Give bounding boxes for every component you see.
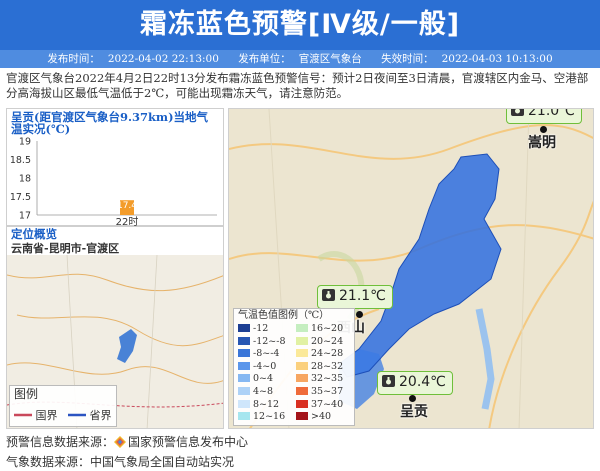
temperature-legend-swatch xyxy=(296,412,308,421)
temperature-legend-swatch xyxy=(296,399,308,408)
city-label-songming: 嵩明 xyxy=(528,135,556,151)
map-legend-title: 图例 xyxy=(14,387,39,401)
temperature-badge-songming[interactable]: 21.0℃ xyxy=(506,109,582,124)
y-tick-label: 18 xyxy=(19,174,31,185)
warning-source: 预警信息数据来源： 国家预警信息发布中心 xyxy=(6,435,249,449)
temperature-legend-item: >40 xyxy=(296,411,331,422)
temperature-legend-item: 32~35 xyxy=(296,373,343,384)
y-tick-label: 17.5 xyxy=(10,192,31,203)
temperature-legend-swatch xyxy=(296,361,308,370)
temperature-color-legend: 气温色值图例（℃） -12 16~20 -12~-8 20~24 -8~-4 24~28 -… xyxy=(233,308,355,426)
y-tick-label: 18.5 xyxy=(10,155,31,166)
temperature-legend-swatch xyxy=(296,374,308,383)
location-title: 定位概览 xyxy=(11,227,57,241)
temperature-legend-swatch xyxy=(238,387,250,395)
temperature-legend-swatch xyxy=(238,349,250,358)
warning-title: 霜冻蓝色预警[Ⅳ级/一般] xyxy=(0,0,600,50)
weather-source: 气象数据来源：中国气象局全国自动站实况 xyxy=(6,455,235,469)
warning-center-logo-icon xyxy=(114,436,127,448)
temperature-legend-item: 28~32 xyxy=(296,361,343,372)
national-border-line-icon xyxy=(14,413,32,417)
temperature-legend-item: 35~37 xyxy=(296,386,343,397)
provincial-border-line-icon xyxy=(68,413,86,417)
temperature-legend-swatch xyxy=(296,324,308,332)
temperature-chart-title: 呈贡(距官渡区气象台9.37km)当地气温实况(℃) xyxy=(11,110,209,136)
temperature-legend-item: 16~20 xyxy=(296,323,343,334)
location-path: 云南省-昆明市-官渡区 xyxy=(11,242,120,255)
warning-meta-bar: 发布时间： 2022-04-02 22:13:00 发布单位： 官渡区气象台 失效时… xyxy=(0,50,600,68)
temperature-legend-item: 8~12 xyxy=(238,399,279,410)
temperature-legend-item: -12~-8 xyxy=(238,336,286,347)
temperature-legend-item: 24~28 xyxy=(296,348,343,359)
temperature-legend-swatch xyxy=(296,349,308,358)
temperature-legend-item: 0~4 xyxy=(238,373,273,384)
legend-item-national-border: 国界 xyxy=(14,409,58,423)
y-tick-label: 19 xyxy=(19,137,31,148)
temperature-legend-swatch xyxy=(238,399,250,408)
publish-unit: 发布单位： 官渡区气象台 xyxy=(238,53,362,65)
temperature-legend-swatch xyxy=(238,412,250,421)
temperature-legend-swatch xyxy=(238,361,250,370)
thermometer-icon xyxy=(511,109,524,116)
temperature-legend-item: -12 xyxy=(238,323,268,334)
temperature-legend-swatch xyxy=(296,336,308,345)
city-label-chenggong: 呈贡 xyxy=(400,404,428,420)
temperature-legend-item: 4~8 xyxy=(238,386,273,397)
temperature-legend-swatch xyxy=(296,387,308,395)
temperature-legend-swatch xyxy=(238,336,250,345)
temperature-badge-xishan[interactable]: 21.1℃ xyxy=(317,285,393,309)
temperature-legend-item: -4~0 xyxy=(238,361,276,372)
y-tick-label: 17 xyxy=(19,211,31,222)
temperature-legend-swatch xyxy=(238,324,250,332)
temperature-legend-swatch xyxy=(238,374,250,383)
map-legend: 图例 国界 省界 xyxy=(9,385,117,427)
warning-description: 官渡区气象台2022年4月2日22时13分发布霜冻蓝色预警信号：预计2日夜间至3… xyxy=(6,71,589,100)
temperature-chart: 1918.51817.51717.422时 xyxy=(10,137,217,227)
expire-time: 失效时间： 2022-04-03 10:13:00 xyxy=(381,53,553,65)
legend-item-provincial-border: 省界 xyxy=(68,409,112,423)
temperature-legend-item: -8~-4 xyxy=(238,348,279,359)
thermometer-icon xyxy=(382,375,395,387)
thermometer-icon xyxy=(322,289,335,301)
publish-time: 发布时间： 2022-04-02 22:13:00 xyxy=(47,53,219,65)
temperature-badge-chenggong[interactable]: 20.4℃ xyxy=(377,371,453,395)
temperature-legend-item: 12~16 xyxy=(238,411,285,422)
temperature-legend-item: 37~40 xyxy=(296,399,343,410)
temperature-legend-item: 20~24 xyxy=(296,336,343,347)
temperature-chart-panel: 呈贡(距官渡区气象台9.37km)当地气温实况(℃) 19 18.5 18 17.5 1… xyxy=(6,108,224,227)
location-overview-panel: 定位概览 云南省-昆明市-官渡区 图例 国界 省界 xyxy=(6,226,224,429)
temperature-legend-title: 气温色值图例（℃） xyxy=(238,310,330,321)
bar-value-label: 17.4 xyxy=(117,201,137,211)
